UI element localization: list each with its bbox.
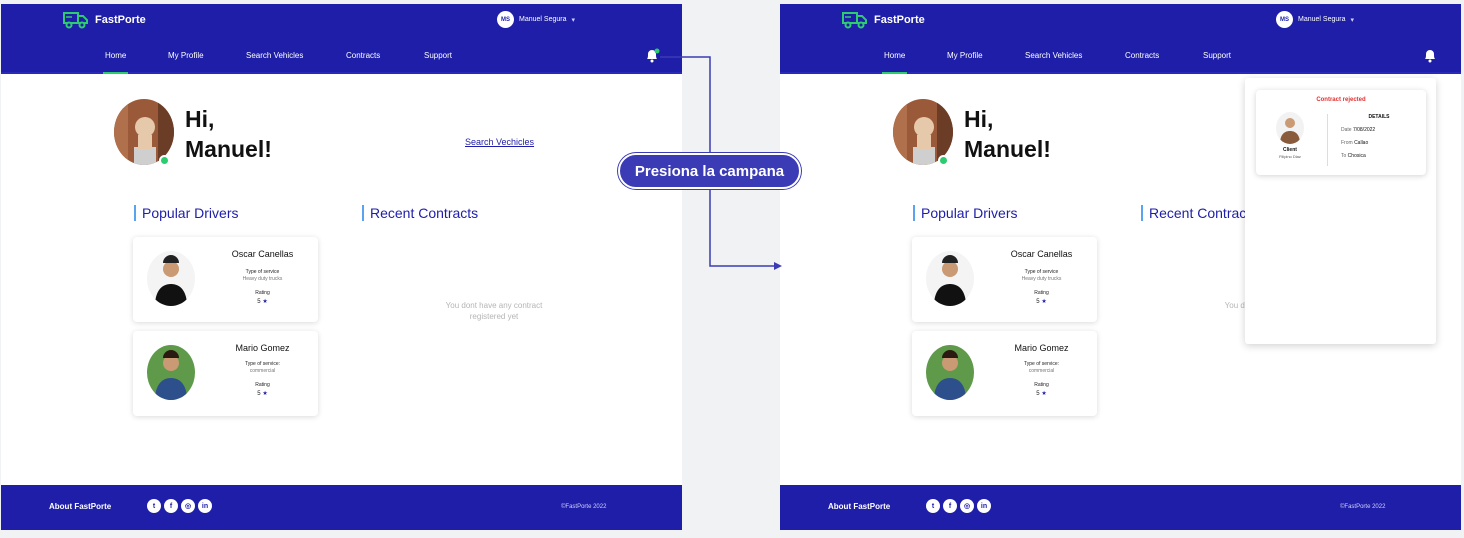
annotation-callout: Presiona la campana: [618, 153, 801, 189]
annotation-arrow: [660, 56, 782, 270]
